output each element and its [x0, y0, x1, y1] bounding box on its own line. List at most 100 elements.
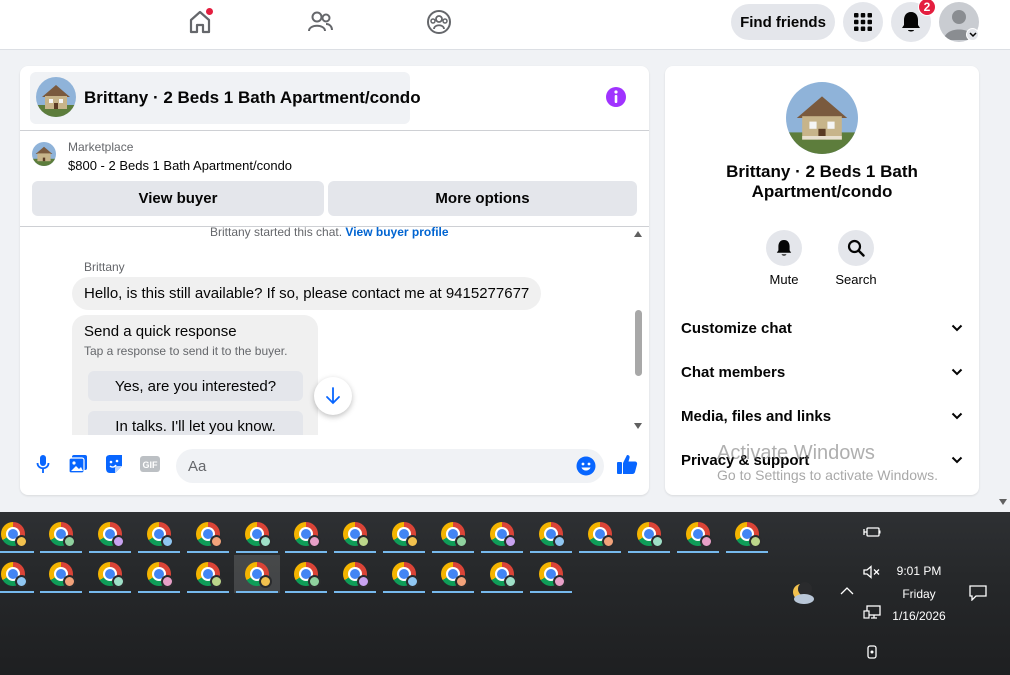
taskbar-chrome-window[interactable]: [283, 515, 329, 553]
taskbar-chrome-window[interactable]: [185, 515, 231, 553]
profile-badge-icon: [602, 535, 615, 548]
chat-started-notice: Brittany started this chat. View buyer p…: [210, 227, 449, 239]
taskbar-chrome-window[interactable]: [283, 555, 329, 593]
details-chat-name-line2: Apartment/condo: [751, 182, 893, 201]
profile-badge-icon: [504, 575, 517, 588]
find-friends-button[interactable]: Find friends: [731, 4, 835, 40]
message-scrollbar[interactable]: [632, 227, 644, 435]
attach-photo-button[interactable]: [68, 454, 88, 474]
clock-time[interactable]: 9:01 PM: [886, 564, 952, 578]
taskbar-chrome-window[interactable]: [136, 515, 182, 553]
taskbar-chrome-window[interactable]: [626, 515, 672, 553]
sticker-icon: [106, 455, 122, 473]
like-icon: [617, 455, 638, 474]
chat-header[interactable]: Brittany · 2 Beds 1 Bath Apartment/condo: [30, 72, 421, 124]
meet-tray-button[interactable]: [863, 645, 881, 659]
scroll-down-arrow-icon: [634, 423, 642, 429]
quick-response-option[interactable]: In talks. I'll let you know.: [88, 411, 303, 435]
taskbar-chrome-window[interactable]: [38, 515, 84, 553]
profile-badge-icon: [63, 575, 76, 588]
profile-badge-icon: [259, 535, 272, 548]
search-icon: [847, 239, 865, 257]
listing-summary[interactable]: $800 - 2 Beds 1 Bath Apartment/condo: [68, 158, 292, 173]
speaker-muted-icon: [863, 565, 880, 579]
chevron-down-icon: [951, 368, 963, 376]
message-scrollbar-thumb[interactable]: [635, 310, 642, 376]
friends-nav-button[interactable]: [304, 8, 336, 36]
profile-badge-icon: [553, 535, 566, 548]
taskbar-chrome-window[interactable]: [528, 515, 574, 553]
running-indicator: [0, 591, 34, 593]
scroll-to-bottom-button[interactable]: [314, 377, 352, 415]
more-options-button[interactable]: More options: [328, 181, 637, 216]
chat-info-button[interactable]: [605, 86, 627, 108]
page-scrollbar[interactable]: [996, 50, 1010, 510]
chat-panel: Brittany · 2 Beds 1 Bath Apartment/condo…: [20, 66, 649, 495]
taskbar-chrome-window[interactable]: [675, 515, 721, 553]
emoji-button[interactable]: [576, 456, 596, 476]
account-menu-caret[interactable]: [966, 28, 979, 41]
notification-icon: [969, 585, 987, 601]
quick-response-option[interactable]: Yes, are you interested?: [88, 371, 303, 401]
running-indicator: [530, 591, 572, 593]
device-icon: [867, 645, 877, 659]
view-buyer-profile-link[interactable]: View buyer profile: [345, 227, 448, 239]
taskbar-chrome-window[interactable]: [136, 555, 182, 593]
search-conversation-button[interactable]: Search: [826, 230, 886, 287]
taskbar-chrome-window[interactable]: [577, 515, 623, 553]
running-indicator: [530, 551, 572, 553]
gif-button[interactable]: GIF: [140, 456, 160, 472]
taskbar-chrome-window[interactable]: [528, 555, 574, 593]
weather-widget[interactable]: [790, 582, 816, 606]
notifications-button[interactable]: 2: [891, 0, 936, 42]
mute-button[interactable]: Mute: [754, 230, 814, 287]
search-circle: [838, 230, 874, 266]
action-center-button[interactable]: [969, 585, 987, 601]
taskbar-chrome-window[interactable]: [479, 555, 525, 593]
clock-day[interactable]: Friday: [886, 587, 952, 601]
sticker-button[interactable]: [104, 454, 124, 474]
taskbar-chrome-window[interactable]: [332, 555, 378, 593]
media-files-links-section[interactable]: Media, files and links: [681, 399, 963, 433]
taskbar-chrome-window[interactable]: [0, 555, 36, 593]
chat-members-section[interactable]: Chat members: [681, 355, 963, 389]
volume-tray-button[interactable]: [863, 565, 881, 579]
mute-label: Mute: [769, 272, 799, 287]
taskbar-chrome-window[interactable]: [479, 515, 525, 553]
message-input[interactable]: [188, 449, 558, 483]
running-indicator: [432, 551, 474, 553]
message-list[interactable]: Brittany started this chat. View buyer p…: [20, 227, 649, 435]
home-nav-button[interactable]: [184, 8, 216, 36]
network-tray-button[interactable]: [863, 605, 881, 619]
taskbar-chrome-window[interactable]: [87, 555, 133, 593]
customize-chat-section[interactable]: Customize chat: [681, 311, 963, 345]
power-tray-button[interactable]: [863, 525, 881, 539]
taskbar-chrome-window[interactable]: [381, 555, 427, 593]
taskbar-chrome-window[interactable]: [332, 515, 378, 553]
taskbar-chrome-window[interactable]: [381, 515, 427, 553]
taskbar-chrome-window[interactable]: [724, 515, 770, 553]
taskbar-chrome-window[interactable]: [430, 555, 476, 593]
taskbar-chrome-window[interactable]: [234, 555, 280, 593]
taskbar-chrome-window[interactable]: [0, 515, 36, 553]
home-notification-dot: [206, 8, 213, 15]
send-like-button[interactable]: [616, 453, 638, 475]
gif-label: GIF: [143, 460, 159, 470]
running-indicator: [285, 591, 327, 593]
profile-badge-icon: [553, 575, 566, 588]
running-indicator: [579, 551, 621, 553]
taskbar-chrome-window[interactable]: [430, 515, 476, 553]
profile-badge-icon: [210, 575, 223, 588]
voice-clip-button[interactable]: [36, 454, 50, 474]
taskbar-chrome-window[interactable]: [185, 555, 231, 593]
groups-nav-button[interactable]: [423, 8, 455, 36]
view-buyer-button[interactable]: View buyer: [32, 181, 324, 216]
menu-button[interactable]: [843, 2, 883, 42]
taskbar-chrome-window[interactable]: [38, 555, 84, 593]
show-hidden-icons-button[interactable]: [840, 586, 854, 595]
taskbar-chrome-window[interactable]: [234, 515, 280, 553]
profile-badge-icon: [357, 535, 370, 548]
clock-date[interactable]: 1/16/2026: [886, 609, 952, 623]
taskbar-chrome-window[interactable]: [87, 515, 133, 553]
house-photo-icon: [32, 142, 56, 166]
